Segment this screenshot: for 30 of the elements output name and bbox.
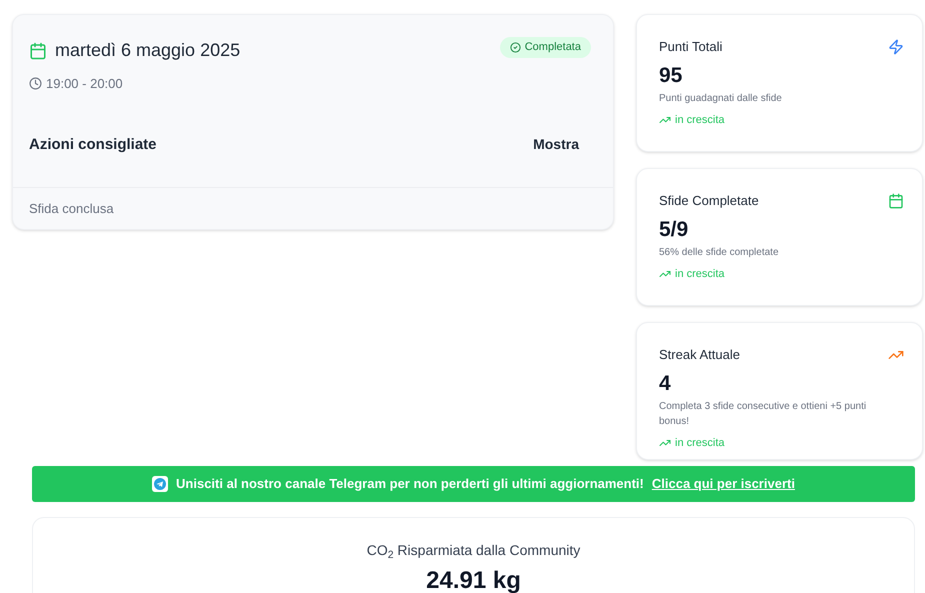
clock-icon xyxy=(29,77,42,90)
trend-up-icon xyxy=(659,268,671,280)
trend-label: in crescita xyxy=(675,112,725,128)
calendar-icon xyxy=(29,42,47,60)
stat-description: Punti guadagnati dalle sfide xyxy=(659,92,783,106)
telegram-icon xyxy=(152,476,168,492)
challenge-date: martedì 6 maggio 2025 xyxy=(55,39,240,62)
status-label: Completata xyxy=(524,40,581,55)
banner-text: Unisciti al nostro canale Telegram per non perderti gli ultimi aggiornamenti! xyxy=(176,475,644,494)
stat-title: Streak Attuale xyxy=(659,346,740,364)
stat-description: Completa 3 sfide consecutive e ottieni +5 punti bonus! xyxy=(659,400,868,429)
show-button[interactable]: Mostra xyxy=(533,134,579,156)
trend-label: in crescita xyxy=(675,266,725,282)
check-icon xyxy=(510,42,521,53)
lightning-icon xyxy=(888,38,904,55)
trend-up-icon xyxy=(659,114,671,126)
challenge-time: 19:00 - 20:00 xyxy=(46,75,123,93)
stat-value: 95 xyxy=(659,62,684,88)
section-title: Azioni consigliate xyxy=(29,134,157,154)
stat-title: Punti Totali xyxy=(659,38,722,56)
co2-value: 24.91 kg xyxy=(426,567,521,593)
trend-up-icon xyxy=(659,437,671,449)
stat-value: 4 xyxy=(659,370,672,396)
challenge-footer: Sfida conclusa xyxy=(29,198,114,218)
stat-description: 56% delle sfide completate xyxy=(659,246,780,260)
stat-title: Sfide Completate xyxy=(659,192,759,210)
calendar-icon xyxy=(888,192,904,209)
co2-title: CO$_{2}$ Risparmiata dalla Community xyxy=(366,541,580,561)
trend-label: in crescita xyxy=(675,436,725,451)
stat-value: 5/9 xyxy=(659,216,690,242)
